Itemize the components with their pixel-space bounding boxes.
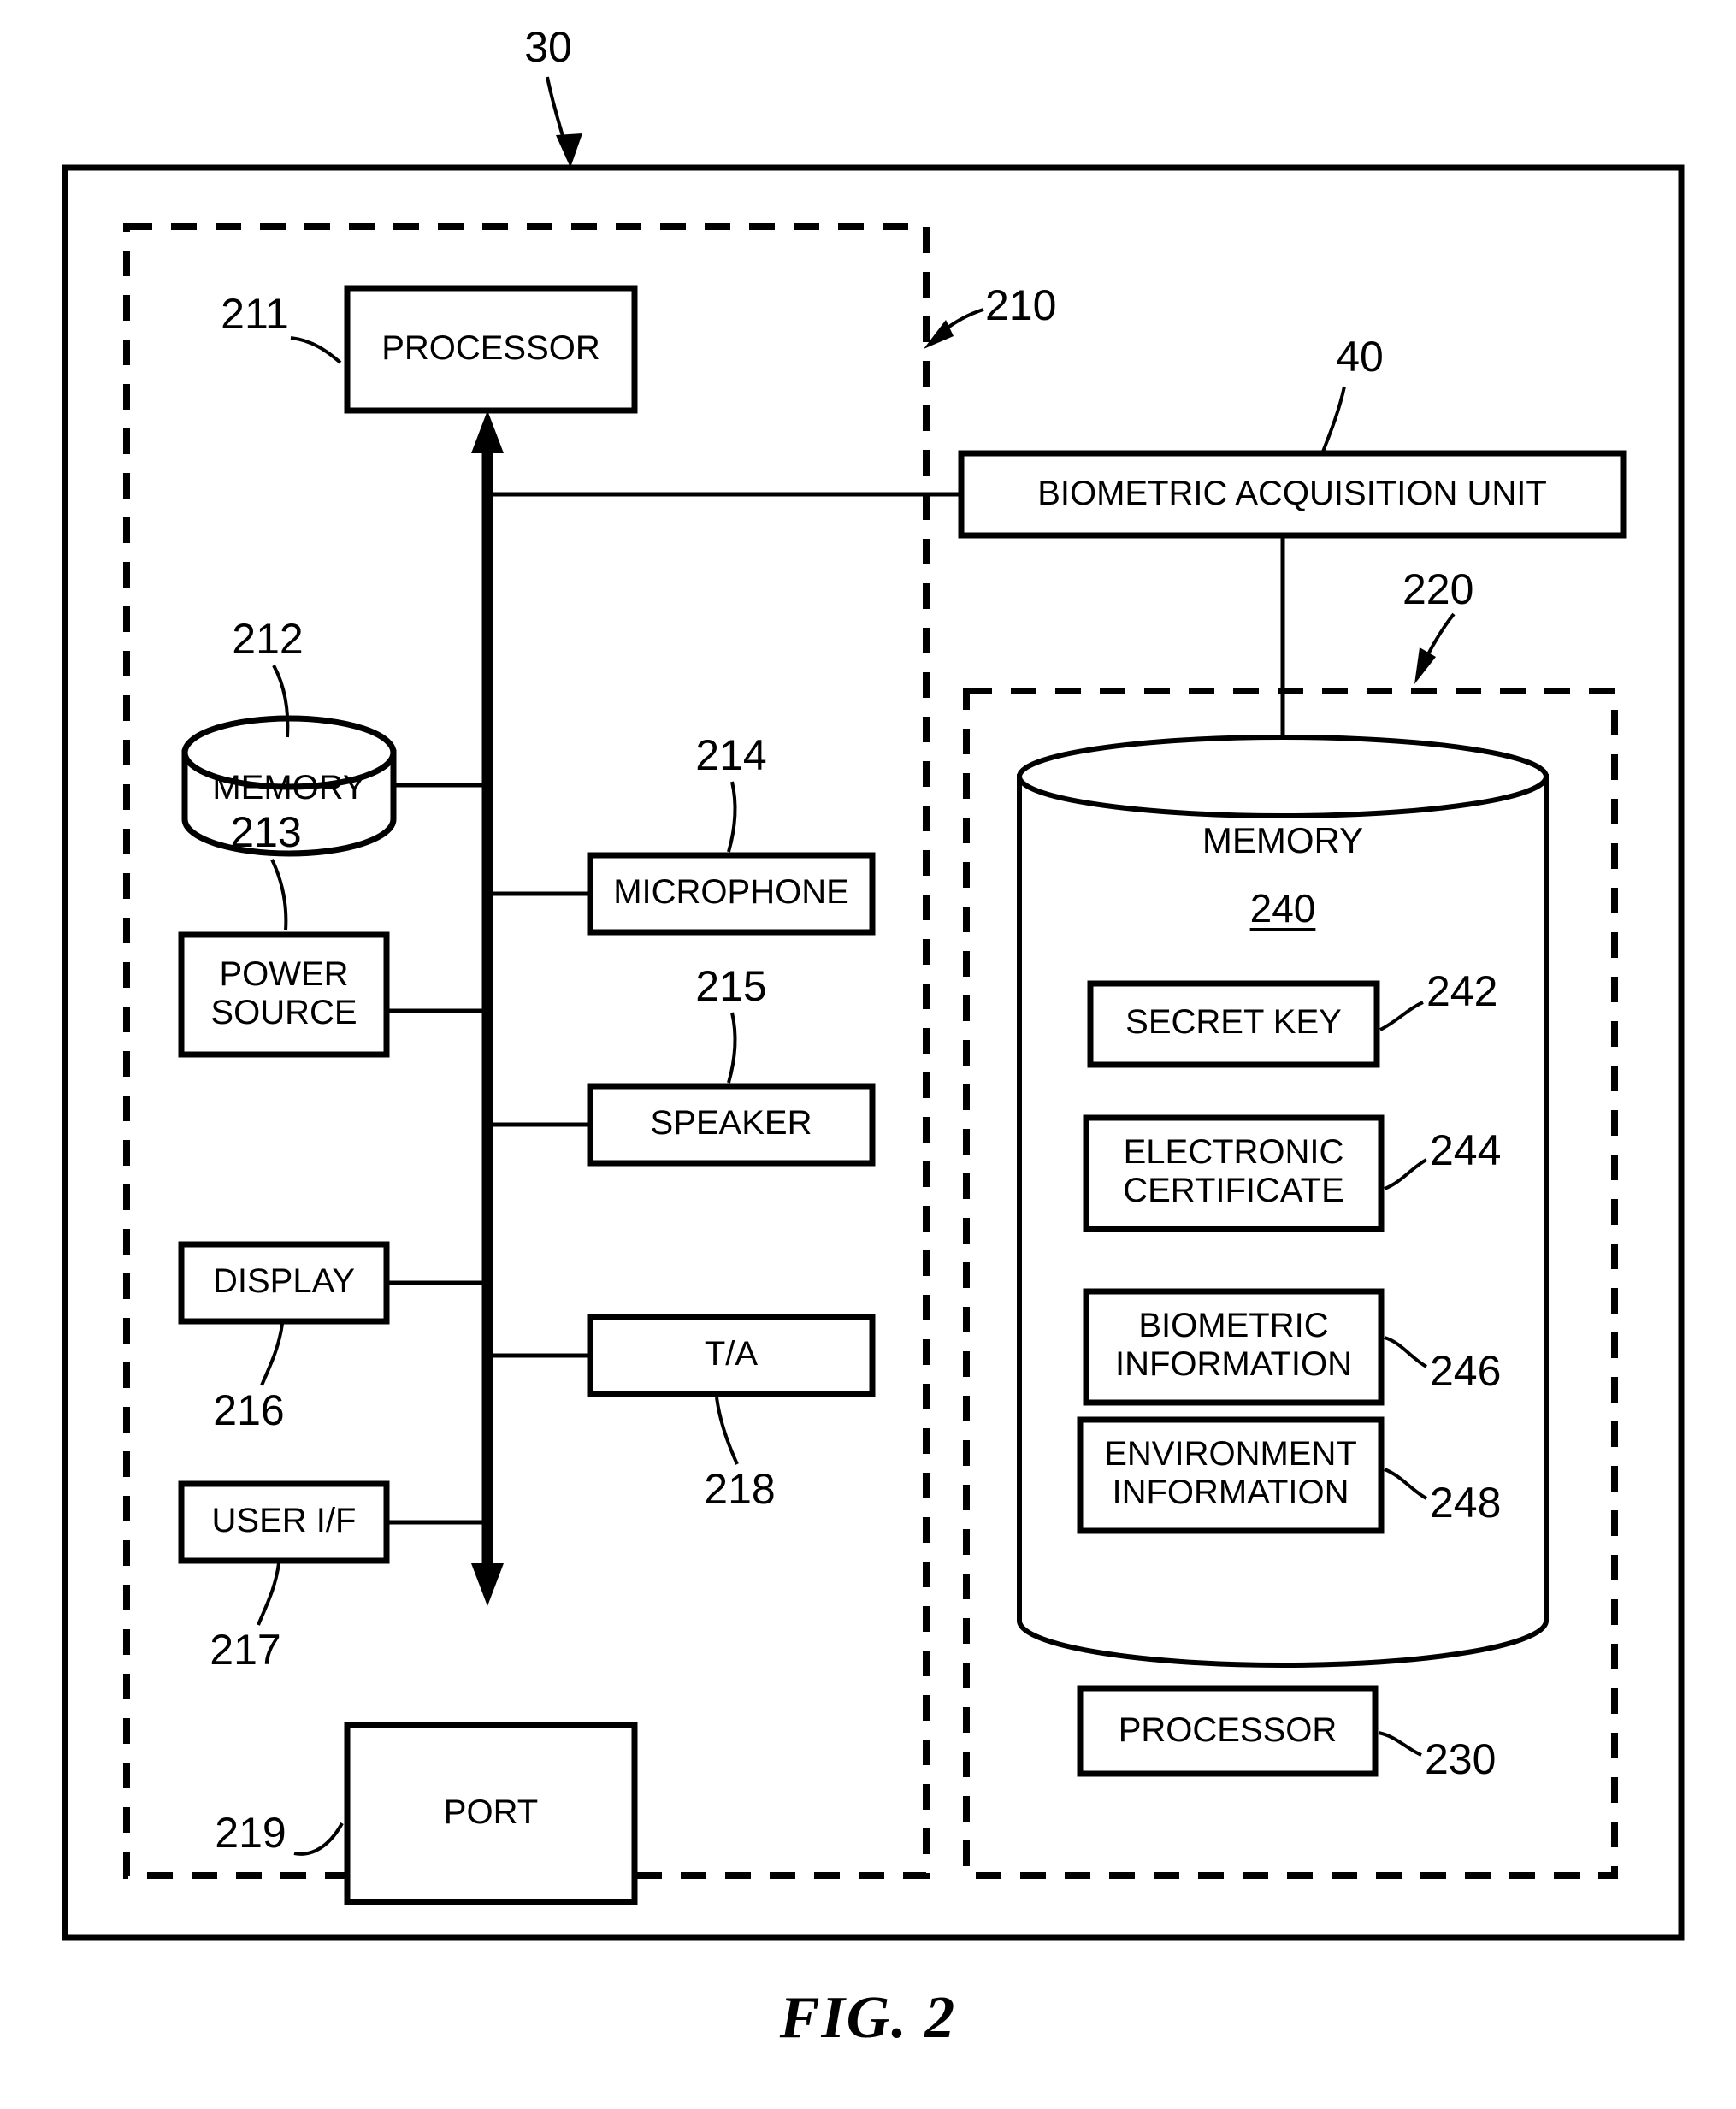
bus-arrow-top — [471, 411, 504, 453]
ref-number-211: 211 — [221, 290, 289, 338]
secret-key-242-label: SECRET KEY — [1125, 1003, 1342, 1041]
ref-number-218: 218 — [704, 1465, 776, 1513]
leader-219 — [293, 1822, 344, 1856]
microphone-214-label: MICROPHONE — [613, 873, 849, 911]
memory-212-label: MEMORY — [212, 769, 366, 806]
leader-40 — [1321, 386, 1346, 452]
ta-218-label: T/A — [704, 1335, 759, 1373]
ref-number-220: 220 — [1402, 565, 1474, 613]
ref-number-217: 217 — [210, 1626, 281, 1674]
leader-211 — [290, 336, 342, 364]
port-219-label: PORT — [443, 1793, 539, 1831]
leader-arrow-30 — [556, 133, 582, 168]
ref-number-212: 212 — [232, 615, 304, 663]
patent-figure: 30 210 220 PROCESSOR 211 BIOMETRIC ACQUI… — [0, 0, 1736, 2109]
ref-number-242: 242 — [1426, 967, 1498, 1015]
bus-arrow-bottom — [471, 1563, 504, 1606]
secure-memory-ref-240: 240 — [1249, 886, 1316, 930]
ref-number-244: 244 — [1430, 1126, 1502, 1174]
leader-217 — [257, 1563, 280, 1626]
ref-number-219: 219 — [215, 1809, 286, 1857]
leader-230 — [1378, 1731, 1422, 1757]
environment-information-248-label: ENVIRONMENT INFORMATION — [1104, 1435, 1357, 1511]
secure-memory-title: MEMORY — [1202, 820, 1364, 860]
ref-number-210: 210 — [985, 281, 1057, 329]
ref-number-214: 214 — [695, 731, 767, 779]
ref-number-230: 230 — [1425, 1735, 1497, 1783]
figure-caption: FIG. 2 — [779, 1985, 957, 2051]
ref-number-246: 246 — [1430, 1347, 1502, 1395]
secure-processor-230-label: PROCESSOR — [1118, 1711, 1337, 1749]
secure-memory-240-cylinder-top — [1017, 735, 1549, 818]
ref-number-40: 40 — [1336, 333, 1384, 381]
leader-213 — [270, 859, 288, 931]
leader-218 — [715, 1397, 739, 1465]
power-source-213-label: POWER SOURCE — [210, 955, 357, 1031]
biometric-information-246-label: BIOMETRIC INFORMATION — [1114, 1307, 1352, 1383]
ref-number-30: 30 — [524, 23, 572, 71]
speaker-215-label: SPEAKER — [650, 1104, 812, 1142]
leader-216 — [260, 1323, 284, 1386]
leader-214 — [727, 781, 737, 853]
ref-number-213: 213 — [230, 808, 302, 856]
ref-number-215: 215 — [695, 962, 767, 1010]
ref-number-248: 248 — [1430, 1479, 1502, 1527]
leader-arrow-220 — [1414, 647, 1436, 684]
ref-number-216: 216 — [213, 1386, 285, 1434]
display-216-label: DISPLAY — [213, 1262, 355, 1300]
leader-215 — [727, 1012, 737, 1084]
biometric-acquisition-unit-label: BIOMETRIC ACQUISITION UNIT — [1037, 475, 1547, 512]
user-if-217-label: USER I/F — [211, 1502, 357, 1539]
electronic-certificate-244-label: ELECTRONIC CERTIFICATE — [1123, 1133, 1344, 1209]
processor-211-label: PROCESSOR — [381, 329, 600, 367]
